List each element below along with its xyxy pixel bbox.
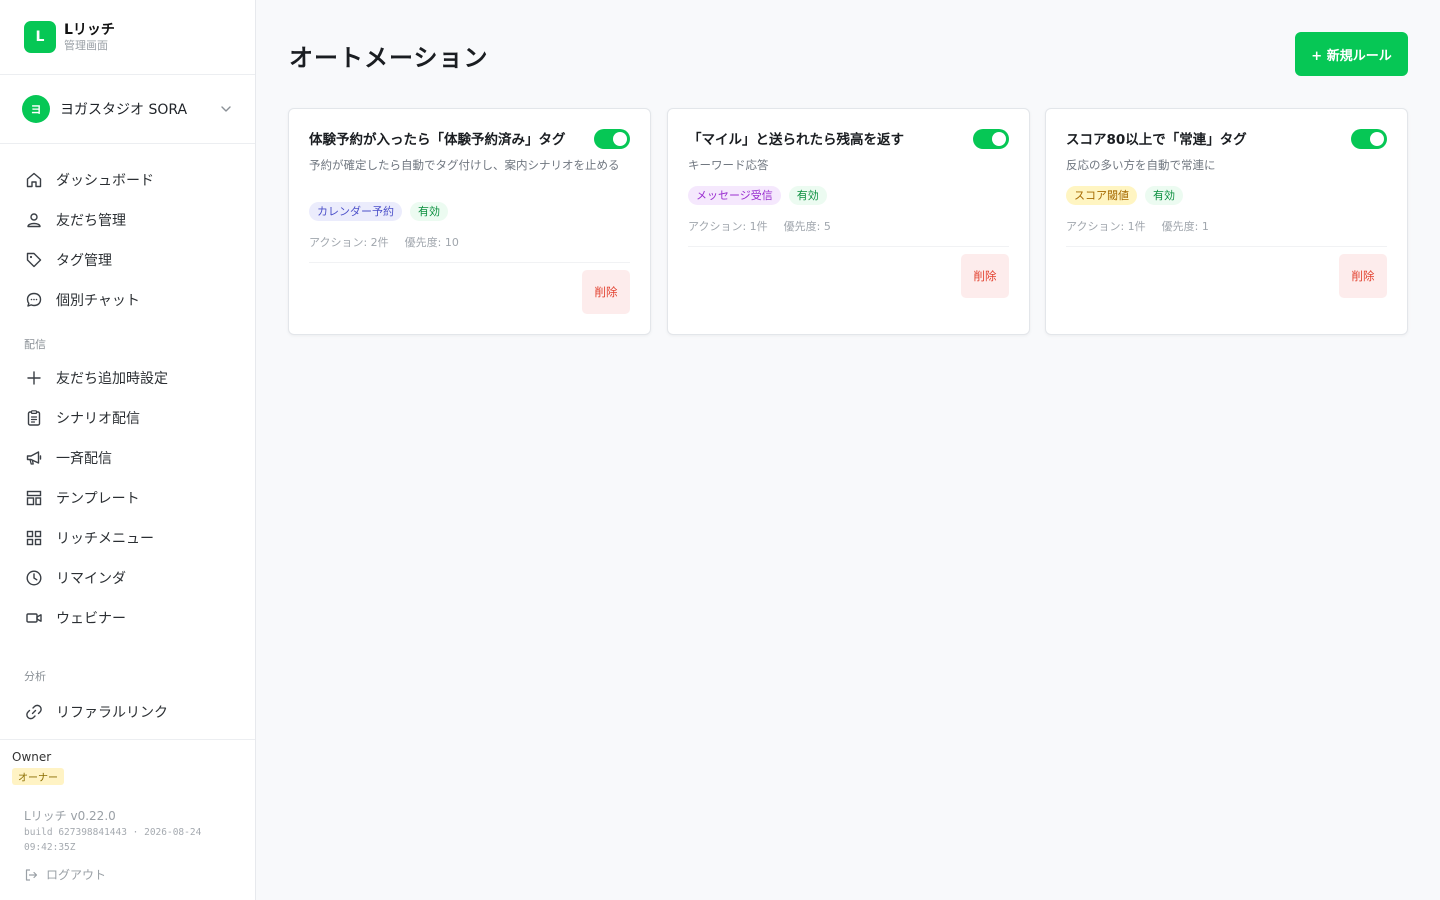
rule-toggle[interactable]: [973, 129, 1009, 149]
new-rule-button[interactable]: + 新規ルール: [1295, 32, 1408, 76]
priority: 優先度: 5: [783, 220, 831, 233]
brand: L Lリッチ 管理画面: [0, 0, 255, 75]
grid-icon: [24, 528, 44, 548]
nav-section-analytics: 分析: [24, 670, 46, 683]
trigger-badge: スコア閾値: [1066, 186, 1137, 205]
priority: 優先度: 10: [404, 236, 459, 249]
status-badge: 有効: [410, 202, 448, 221]
owner-name: Owner: [12, 750, 52, 764]
nav-label: シナリオ配信: [56, 411, 140, 427]
rule-toggle[interactable]: [1351, 129, 1387, 149]
brand-subtitle: 管理画面: [64, 38, 108, 52]
action-count: アクション: 2件: [309, 236, 389, 249]
brand-name: Lリッチ: [64, 21, 115, 38]
account-switcher[interactable]: ヨ ヨガスタジオ SORA: [0, 75, 255, 144]
trigger-badge: メッセージ受信: [688, 186, 781, 205]
nav-item-friend-add-settings[interactable]: 友だち追加時設定: [0, 358, 255, 398]
nav-item-broadcast[interactable]: 一斉配信: [0, 438, 255, 478]
automation-card: 体験予約が入ったら「体験予約済み」タグ 予約が確定したら自動でタグ付けし、案内シ…: [288, 108, 651, 335]
logout-button[interactable]: ログアウト: [24, 866, 106, 883]
nav-label: タグ管理: [56, 253, 112, 269]
delete-button[interactable]: 削除: [961, 254, 1009, 298]
nav-label: 友だち追加時設定: [56, 371, 168, 387]
nav-section-delivery: 配信: [24, 338, 46, 351]
nav-label: ウェビナー: [56, 611, 126, 627]
rule-toggle[interactable]: [594, 129, 630, 149]
card-description: 反応の多い方を自動で常連に: [1066, 158, 1216, 172]
action-count: アクション: 1件: [1066, 220, 1146, 233]
megaphone-icon: [24, 448, 44, 468]
delete-button[interactable]: 削除: [582, 270, 630, 314]
nav-item-friends[interactable]: 友だち管理: [0, 200, 255, 240]
tag-icon: [24, 250, 44, 270]
version-info: Lリッチ v0.22.0 build 627398841443 · 2026-0…: [24, 808, 234, 855]
trigger-badge: カレンダー予約: [309, 202, 402, 221]
action-count: アクション: 1件: [688, 220, 768, 233]
main-nav: ダッシュボード 友だち管理 タグ管理 個別チャット 配信 友だち追加時設定 シナ…: [0, 144, 255, 732]
nav-label: 友だち管理: [56, 213, 126, 229]
nav-label: リファラルリンク: [56, 705, 168, 721]
nav-item-templates[interactable]: テンプレート: [0, 478, 255, 518]
page-title: オートメーション: [289, 44, 489, 72]
chat-icon: [24, 290, 44, 310]
card-title: スコア80以上で「常連」タグ: [1066, 132, 1247, 148]
plus-icon: [24, 368, 44, 388]
status-badge: 有効: [788, 186, 827, 205]
automation-card: 「マイル」と送られたら残高を返す キーワード応答 メッセージ受信 有効 アクショ…: [667, 108, 1030, 335]
card-title: 体験予約が入ったら「体験予約済み」タグ: [309, 132, 566, 148]
link-icon: [24, 702, 44, 722]
clipboard-icon: [24, 408, 44, 428]
nav-label: テンプレート: [56, 491, 140, 507]
sidebar: L Lリッチ 管理画面 ヨ ヨガスタジオ SORA ダッシュボード 友だち管理 …: [0, 0, 256, 900]
nav-item-scenario[interactable]: シナリオ配信: [0, 398, 255, 438]
template-icon: [24, 488, 44, 508]
owner-info: Owner オーナー: [0, 739, 255, 785]
nav-item-dashboard[interactable]: ダッシュボード: [0, 160, 255, 200]
role-badge: オーナー: [12, 768, 64, 785]
brand-logo: L: [24, 21, 56, 53]
priority: 優先度: 1: [1161, 220, 1209, 233]
nav-label: リッチメニュー: [56, 531, 154, 547]
users-icon: [24, 210, 44, 230]
home-icon: [24, 170, 44, 190]
nav-label: 個別チャット: [56, 293, 140, 309]
nav-label: リマインダ: [56, 571, 126, 587]
status-badge: 有効: [1145, 186, 1183, 205]
nav-item-rich-menu[interactable]: リッチメニュー: [0, 518, 255, 558]
nav-label: 一斉配信: [56, 451, 112, 467]
account-name: ヨガスタジオ SORA: [60, 102, 188, 118]
clock-icon: [24, 568, 44, 588]
automation-card: スコア80以上で「常連」タグ 反応の多い方を自動で常連に スコア閾値 有効 アク…: [1045, 108, 1408, 335]
nav-label: ダッシュボード: [56, 173, 154, 189]
nav-item-tags[interactable]: タグ管理: [0, 240, 255, 280]
version-name: Lリッチ v0.22.0: [24, 809, 116, 823]
main-content: オートメーション + 新規ルール 体験予約が入ったら「体験予約済み」タグ 予約が…: [256, 0, 1440, 900]
video-icon: [24, 608, 44, 628]
logout-icon: [24, 868, 38, 882]
version-build: build 627398841443 · 2026-08-24 09:42:35…: [24, 827, 202, 853]
delete-button[interactable]: 削除: [1339, 254, 1387, 298]
account-avatar: ヨ: [22, 95, 50, 123]
card-title: 「マイル」と送られたら残高を返す: [688, 132, 904, 148]
chevron-down-icon: [219, 102, 233, 116]
nav-item-webinar[interactable]: ウェビナー: [0, 598, 255, 638]
nav-item-chat[interactable]: 個別チャット: [0, 280, 255, 320]
nav-item-referral[interactable]: リファラルリンク: [0, 692, 255, 732]
card-description: キーワード応答: [688, 158, 769, 172]
nav-item-reminders[interactable]: リマインダ: [0, 558, 255, 598]
logout-label: ログアウト: [46, 868, 107, 882]
card-description: 予約が確定したら自動でタグ付けし、案内シナリオを止める: [309, 158, 620, 172]
